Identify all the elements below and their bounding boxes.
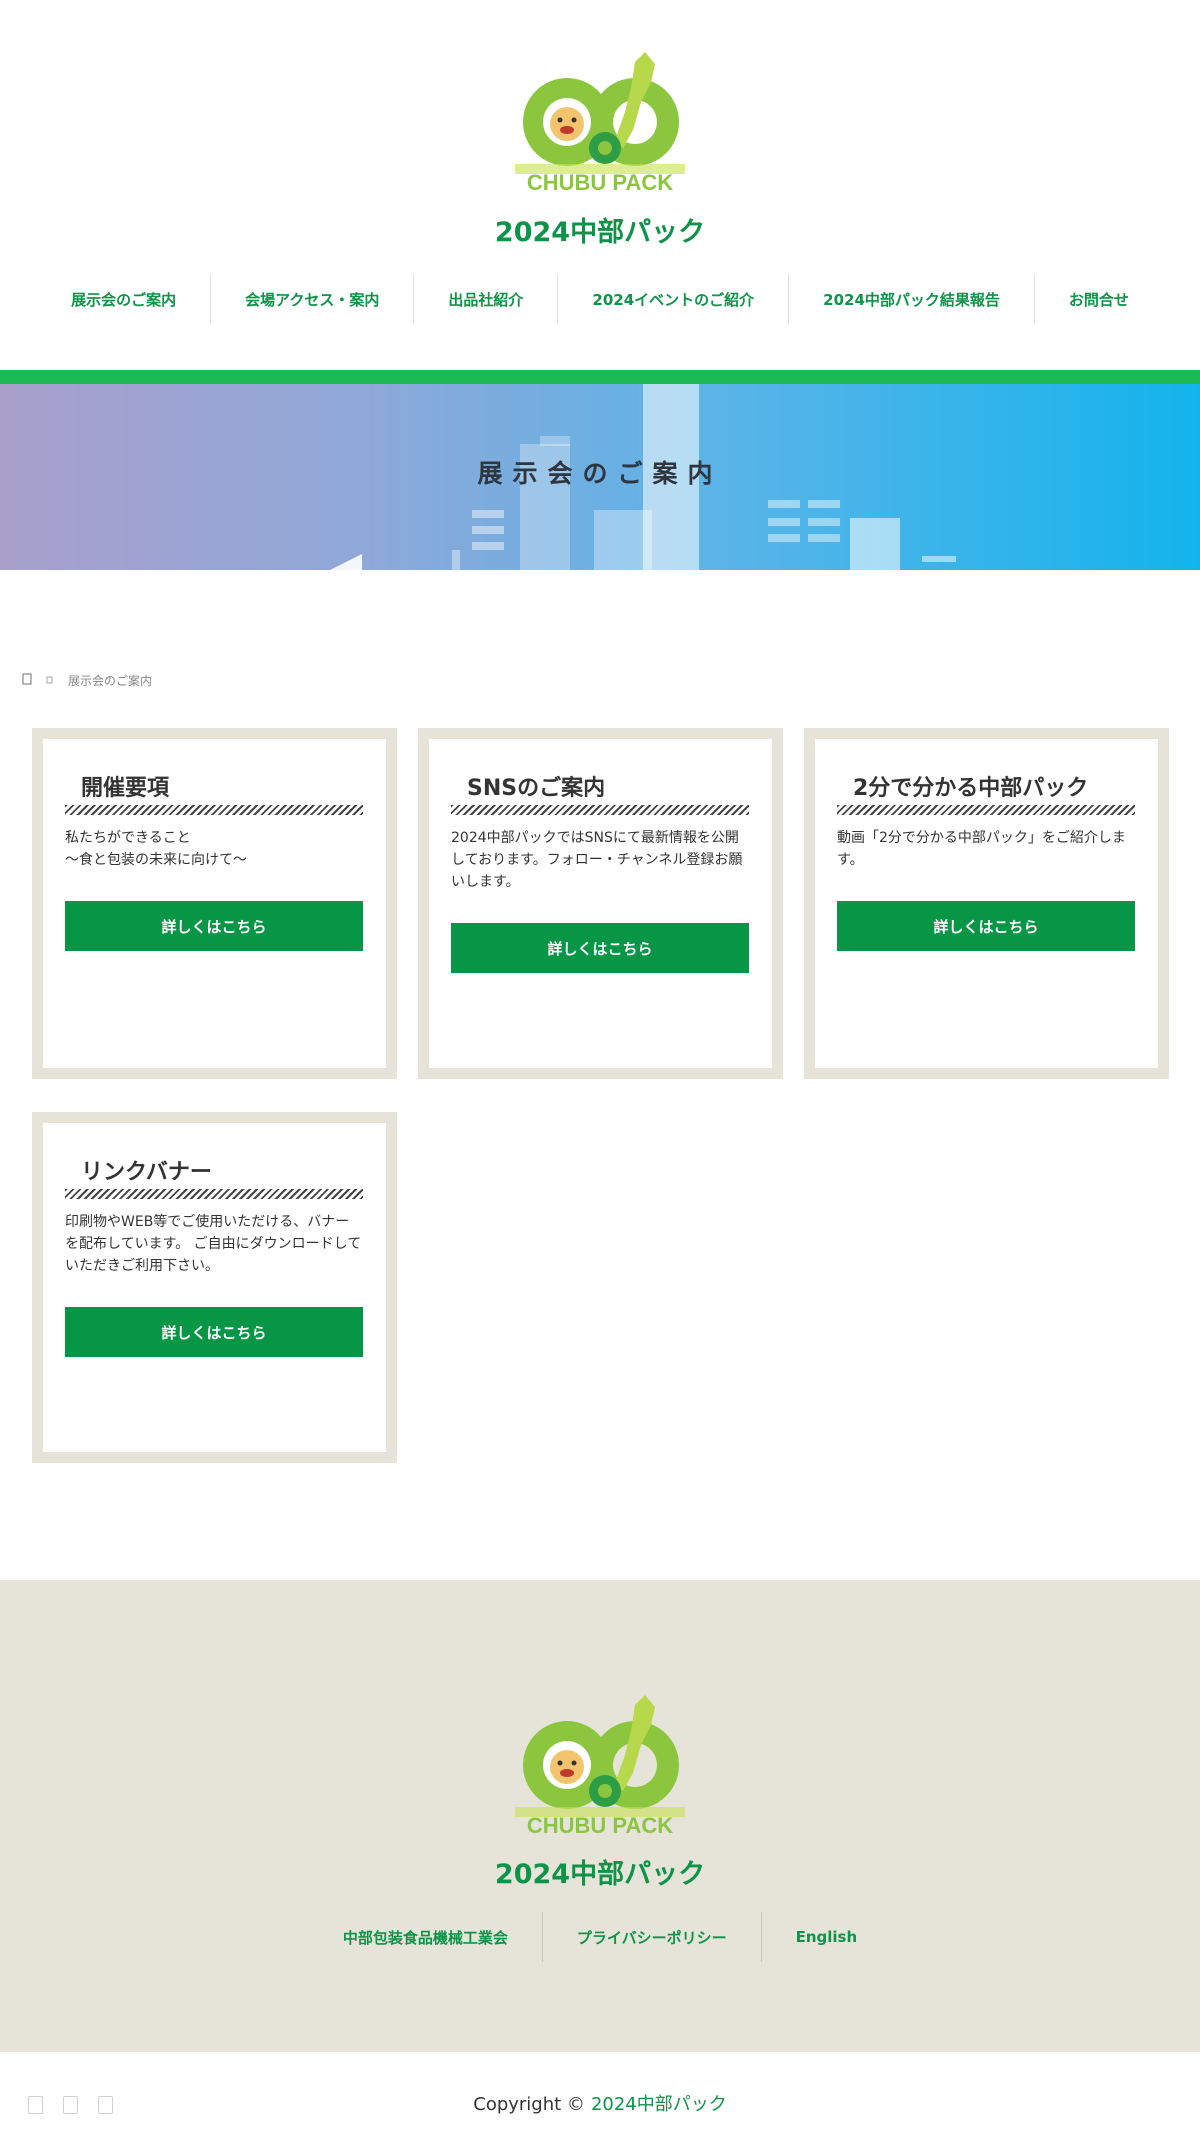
nav-item-contact[interactable]: お問合せ [1035, 274, 1163, 324]
copyright-prefix: Copyright © [473, 2094, 585, 2115]
card-description: 印刷物やWEB等でご使用いただける、バナーを配布しています。 ご自由にダウンロー… [65, 1214, 362, 1274]
chubu-pack-logo-icon: CHUBU PACK [515, 52, 685, 195]
card-title: 開催要項 [81, 776, 170, 801]
details-button[interactable]: 詳しくはこちら [65, 1307, 363, 1357]
chevron-right-icon [46, 674, 54, 688]
site-title[interactable]: 2024中部パック [0, 210, 1200, 249]
home-icon[interactable] [22, 673, 32, 688]
chubu-pack-logo-icon: CHUBU PACK [515, 1695, 685, 1838]
card-description: 2024中部パックではSNSにて最新情報を公開しております。フォロー・チャンネル… [451, 830, 743, 890]
hero-banner: 展示会のご案内 [0, 384, 1200, 570]
footer-link-association[interactable]: 中部包装食品機械工業会 [309, 1912, 543, 1962]
card-title: リンクバナー [81, 1160, 212, 1185]
nav-item-exhibition-info[interactable]: 展示会のご案内 [37, 274, 212, 324]
card-description: 私たちができること 〜食と包装の未来に向けて〜 [65, 830, 247, 868]
details-button[interactable]: 詳しくはこちら [451, 923, 749, 973]
copyright: Copyright © 2024中部パック [0, 2090, 1200, 2116]
card-event-overview: 開催要項 私たちができること 〜食と包装の未来に向けて〜 詳しくはこちら [32, 728, 397, 1079]
card-description: 動画「2分で分かる中部パック」をご紹介します。 [837, 830, 1126, 868]
footer-link-english[interactable]: English [762, 1912, 892, 1962]
title-divider [65, 1189, 363, 1199]
footer-link-privacy-policy[interactable]: プライバシーポリシー [543, 1912, 762, 1962]
site-logo[interactable]: CHUBU PACK [515, 52, 685, 202]
details-button[interactable]: 詳しくはこちら [837, 901, 1135, 951]
title-divider [65, 805, 363, 815]
breadcrumb: 展示会のご案内 [22, 672, 166, 689]
footer-site-title[interactable]: 2024中部パック [0, 1852, 1200, 1891]
nav-item-venue-access[interactable]: 会場アクセス・案内 [211, 274, 415, 324]
main-nav: 展示会のご案内 会場アクセス・案内 出品社紹介 2024イベントのご紹介 202… [65, 272, 1135, 326]
logo-wordmark: CHUBU PACK [527, 1813, 673, 1838]
title-divider [837, 805, 1135, 815]
title-divider [451, 805, 749, 815]
card-title: SNSのご案内 [467, 776, 606, 801]
nav-item-results-report[interactable]: 2024中部パック結果報告 [789, 274, 1035, 324]
card-link-banner: リンクバナー 印刷物やWEB等でご使用いただける、バナーを配布しています。 ご自… [32, 1112, 397, 1463]
card-sns-info: SNSのご案内 2024中部パックではSNSにて最新情報を公開しております。フォ… [418, 728, 783, 1079]
nav-item-exhibitors[interactable]: 出品社紹介 [414, 274, 559, 324]
logo-wordmark: CHUBU PACK [527, 170, 673, 195]
copyright-site-link[interactable]: 2024中部パック [591, 2094, 727, 2115]
header-accent-bar [0, 370, 1200, 384]
details-button[interactable]: 詳しくはこちら [65, 901, 363, 951]
card-two-minute-video: 2分で分かる中部パック 動画「2分で分かる中部パック」をご紹介します。 詳しくは… [804, 728, 1169, 1079]
footer-links: 中部包装食品機械工業会 プライバシーポリシー English [0, 1912, 1200, 1962]
hero-title: 展示会のご案内 [477, 459, 723, 488]
card-title: 2分で分かる中部パック [853, 776, 1089, 801]
footer-logo[interactable]: CHUBU PACK [515, 1695, 685, 1845]
nav-item-events[interactable]: 2024イベントのご紹介 [558, 274, 790, 324]
breadcrumb-current: 展示会のご案内 [68, 674, 153, 688]
